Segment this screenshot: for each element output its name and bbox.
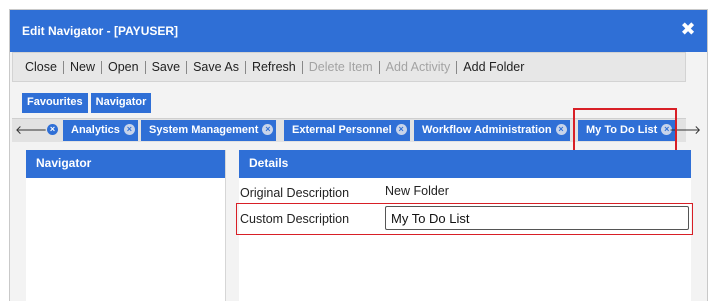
delete-item-button: Delete Item (308, 60, 373, 74)
tab-workflow-administration[interactable]: Workflow Administration × (414, 120, 570, 141)
tab-label: External Personnel (292, 124, 392, 136)
tab-external-personnel[interactable]: External Personnel × (284, 120, 410, 141)
title-bar: Edit Navigator - [PAYUSER] ✖ (10, 10, 707, 52)
top-tabs: Favourites Navigator (22, 93, 152, 113)
toolbar: Close New Open Save Save As Refresh Dele… (12, 52, 686, 82)
refresh-button[interactable]: Refresh (246, 60, 302, 74)
arrow-left-icon[interactable]: 🡐 (15, 122, 47, 138)
add-activity-button: Add Activity (385, 60, 451, 74)
close-tab-icon[interactable]: × (262, 124, 274, 135)
tab-navigator[interactable]: Navigator (90, 93, 152, 113)
left-margin (12, 150, 24, 301)
tab-favourites[interactable]: Favourites (22, 93, 88, 113)
details-header: Details (239, 150, 691, 178)
navigator-panel: Navigator (26, 150, 226, 301)
close-button[interactable]: Close (19, 60, 63, 74)
original-description-label: Original Description (240, 186, 350, 200)
close-icon[interactable]: ✖ (679, 20, 697, 38)
custom-description-label: Custom Description (240, 212, 350, 226)
tab-analytics[interactable]: Analytics × (63, 120, 138, 141)
save-button[interactable]: Save (146, 60, 187, 74)
original-description-value: New Folder (385, 184, 449, 198)
tab-label: Analytics (71, 124, 120, 136)
custom-description-input[interactable] (385, 206, 689, 230)
navigator-header: Navigator (26, 150, 225, 178)
tab-label: System Management (149, 124, 259, 136)
details-panel: Details Original Description New Folder … (236, 150, 693, 301)
open-button[interactable]: Open (102, 60, 145, 74)
close-tab-icon[interactable]: × (555, 124, 567, 135)
save-as-button[interactable]: Save As (187, 60, 245, 74)
tab-system-management[interactable]: System Management × (141, 120, 277, 141)
new-button[interactable]: New (64, 60, 101, 74)
tab-label: Workflow Administration (422, 124, 552, 136)
add-folder-button[interactable]: Add Folder (457, 60, 530, 74)
active-tab-highlight (573, 108, 677, 152)
close-tab-icon[interactable]: × (395, 124, 407, 135)
close-tab-icon[interactable]: × (47, 124, 58, 135)
close-tab-icon[interactable]: × (123, 124, 135, 135)
dialog-title: Edit Navigator - [PAYUSER] (22, 24, 179, 38)
